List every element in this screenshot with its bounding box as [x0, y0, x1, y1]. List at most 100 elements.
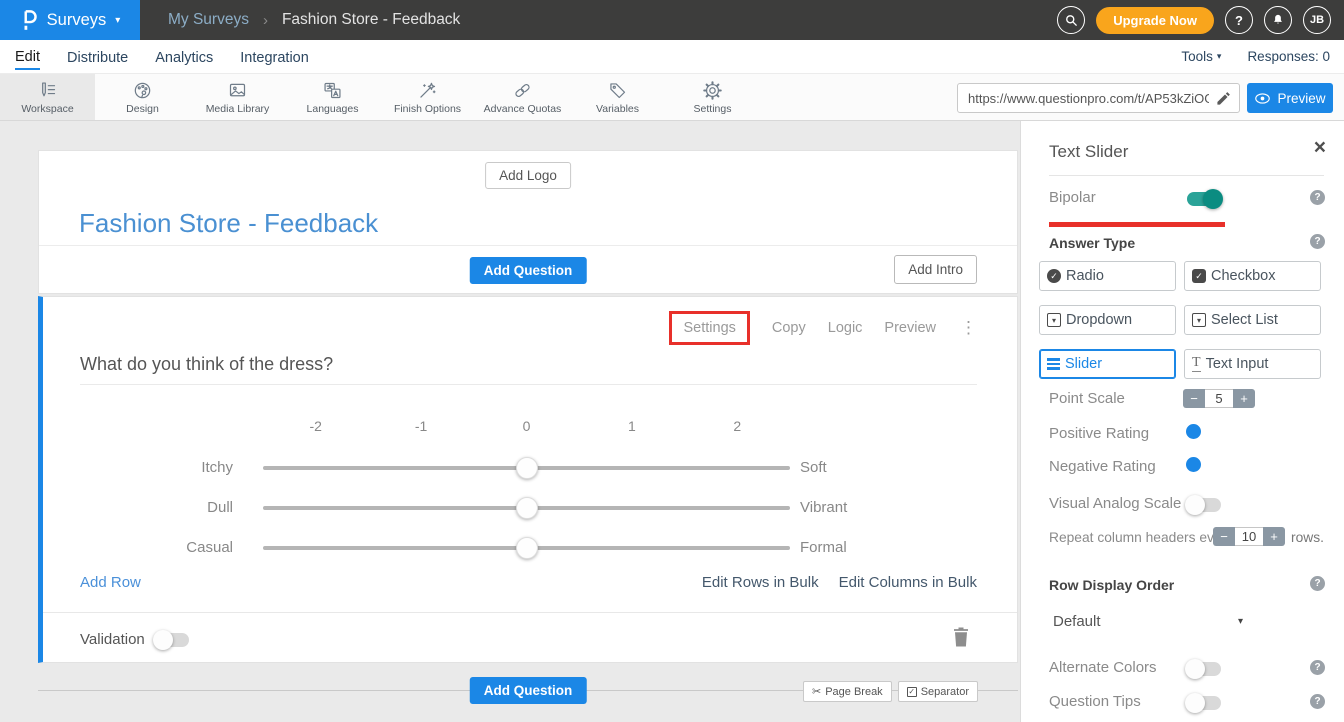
dropdown-box-icon: ▾: [1047, 313, 1061, 327]
answer-type-slider-button[interactable]: Slider: [1039, 349, 1176, 379]
toolbar-label: Workspace: [21, 103, 73, 115]
help-icon[interactable]: ?: [1310, 234, 1325, 249]
row-right-label: Formal: [800, 539, 847, 556]
positive-rating-color-swatch[interactable]: [1186, 424, 1201, 439]
kebab-menu-icon[interactable]: ⋮: [960, 318, 977, 338]
tools-dropdown[interactable]: Tools ▾: [1181, 49, 1221, 64]
help-icon[interactable]: ?: [1310, 190, 1325, 205]
slider-bars-icon: [1047, 358, 1060, 370]
answer-type-text-input-button[interactable]: T Text Input: [1184, 349, 1321, 379]
toolbar-item-settings[interactable]: Settings: [665, 74, 760, 120]
edit-url-pencil-icon[interactable]: [1215, 90, 1232, 112]
question-logic-link[interactable]: Logic: [828, 320, 863, 336]
help-icon[interactable]: ?: [1310, 694, 1325, 709]
bipolar-toggle[interactable]: [1187, 192, 1221, 206]
preview-label: Preview: [1277, 91, 1325, 106]
separator-button[interactable]: ✓ Separator: [898, 681, 978, 702]
toolbar-item-workspace[interactable]: Workspace: [0, 74, 95, 120]
row-left-label: Dull: [80, 499, 233, 516]
tab-analytics[interactable]: Analytics: [155, 44, 213, 69]
add-row-link[interactable]: Add Row: [80, 574, 141, 591]
answer-type-checkbox-button[interactable]: ✓ Checkbox: [1184, 261, 1321, 291]
row-right-label: Vibrant: [800, 499, 847, 516]
negative-rating-label: Negative Rating: [1049, 458, 1156, 475]
point-scale-input[interactable]: [1205, 389, 1233, 408]
question-preview-link[interactable]: Preview: [884, 320, 936, 336]
page-break-button[interactable]: ✂ Page Break: [803, 681, 892, 702]
survey-title[interactable]: Fashion Store - Feedback: [79, 208, 378, 239]
answer-type-radio-button[interactable]: ✓ Radio: [1039, 261, 1176, 291]
toolbar-item-finish-options[interactable]: Finish Options: [380, 74, 475, 120]
breadcrumb-my-surveys[interactable]: My Surveys: [168, 11, 249, 29]
survey-url-field: [957, 83, 1240, 113]
question-text[interactable]: What do you think of the dress?: [80, 354, 333, 375]
toolbar-item-media-library[interactable]: Media Library: [190, 74, 285, 120]
toggle-knob: [1185, 495, 1205, 515]
delete-question-trash-icon[interactable]: [953, 627, 969, 652]
negative-rating-color-swatch[interactable]: [1186, 457, 1201, 472]
radio-check-icon: ✓: [1047, 269, 1061, 283]
question-copy-link[interactable]: Copy: [772, 320, 806, 336]
breadcrumb-current-survey: Fashion Store - Feedback: [282, 11, 460, 29]
question-tips-toggle[interactable]: [1187, 696, 1221, 710]
avatar[interactable]: JB: [1303, 6, 1331, 34]
responses-count[interactable]: Responses: 0: [1247, 49, 1330, 64]
repeat-headers-decrement-button[interactable]: −: [1213, 527, 1235, 546]
tab-edit[interactable]: Edit: [15, 43, 40, 70]
answer-type-label: Answer Type: [1049, 235, 1135, 251]
notifications-button[interactable]: [1264, 6, 1292, 34]
text-input-t-icon: T: [1192, 356, 1201, 372]
close-icon[interactable]: ×: [1314, 137, 1326, 158]
slider-track: [263, 546, 790, 550]
edit-columns-in-bulk-link[interactable]: Edit Columns in Bulk: [839, 574, 977, 591]
slider-scale-labels: -2 -1 0 1 2: [263, 418, 790, 434]
answer-type-select-list-button[interactable]: ▾ Select List: [1184, 305, 1321, 335]
visual-analog-scale-toggle[interactable]: [1187, 498, 1221, 512]
help-button[interactable]: ?: [1225, 6, 1253, 34]
add-question-button-top[interactable]: Add Question: [470, 257, 587, 284]
tab-integration[interactable]: Integration: [240, 44, 309, 69]
product-switcher[interactable]: Surveys ▾: [0, 0, 140, 40]
question-settings-link[interactable]: Settings: [669, 311, 749, 345]
add-intro-button[interactable]: Add Intro: [894, 255, 977, 284]
search-button[interactable]: [1057, 6, 1085, 34]
validation-label: Validation: [80, 631, 145, 648]
toolbar-item-languages[interactable]: Languages: [285, 74, 380, 120]
media-library-icon: [227, 80, 248, 101]
divider: [39, 245, 1017, 246]
slider-thumb[interactable]: [516, 537, 538, 559]
edit-rows-in-bulk-link[interactable]: Edit Rows in Bulk: [702, 574, 819, 591]
toolbar-item-design[interactable]: Design: [95, 74, 190, 120]
toggle-knob: [1185, 693, 1205, 713]
slider-thumb[interactable]: [516, 457, 538, 479]
bipolar-label: Bipolar: [1049, 189, 1096, 206]
answer-type-label: Slider: [1065, 356, 1102, 372]
row-display-order-select[interactable]: Default ▾: [1053, 613, 1243, 630]
tab-distribute[interactable]: Distribute: [67, 44, 128, 69]
validation-toggle[interactable]: [155, 633, 189, 647]
survey-url-input[interactable]: [968, 91, 1209, 106]
help-icon[interactable]: ?: [1310, 660, 1325, 675]
repeat-headers-increment-button[interactable]: +: [1263, 527, 1285, 546]
chevron-down-icon: ▾: [1217, 51, 1222, 62]
upgrade-now-button[interactable]: Upgrade Now: [1096, 7, 1214, 34]
question-card: Settings Copy Logic Preview ⋮ What do yo…: [38, 296, 1018, 663]
add-logo-button[interactable]: Add Logo: [485, 162, 571, 189]
toolbar-label: Settings: [694, 103, 732, 115]
point-scale-increment-button[interactable]: +: [1233, 389, 1255, 408]
visual-analog-scale-label: Visual Analog Scale: [1049, 495, 1181, 512]
help-icon[interactable]: ?: [1310, 576, 1325, 591]
separator-checkbox-icon: ✓: [907, 687, 917, 697]
answer-type-dropdown-button[interactable]: ▾ Dropdown: [1039, 305, 1176, 335]
finish-options-wand-icon: [417, 80, 438, 101]
point-scale-decrement-button[interactable]: −: [1183, 389, 1205, 408]
row-left-label: Casual: [80, 539, 233, 556]
toolbar-item-advance-quotas[interactable]: Advance Quotas: [475, 74, 570, 120]
slider-thumb[interactable]: [516, 497, 538, 519]
toolbar-item-variables[interactable]: Variables: [570, 74, 665, 120]
preview-button[interactable]: Preview: [1247, 83, 1333, 113]
add-question-button-bottom[interactable]: Add Question: [470, 677, 587, 704]
survey-canvas: Add Logo Fashion Store - Feedback Add Qu…: [0, 121, 1020, 722]
alternate-colors-toggle[interactable]: [1187, 662, 1221, 676]
repeat-headers-input[interactable]: [1235, 527, 1263, 546]
